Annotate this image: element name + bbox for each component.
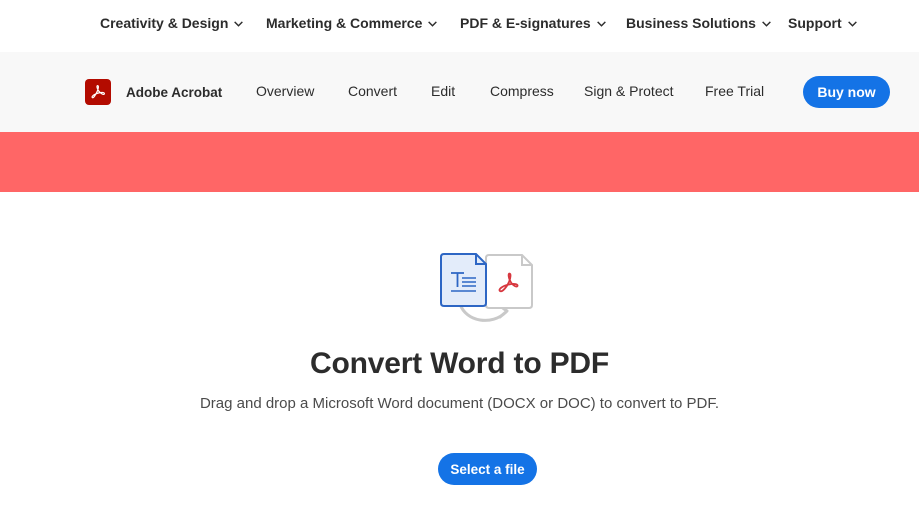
global-nav-label: Marketing & Commerce: [266, 15, 423, 31]
global-nav-label: Support: [788, 15, 842, 31]
sub-nav-overview[interactable]: Overview: [256, 83, 314, 99]
acrobat-logo-icon: [85, 79, 111, 105]
word-document-icon: [440, 253, 487, 307]
sub-nav-convert[interactable]: Convert: [348, 83, 397, 99]
sub-nav-compress[interactable]: Compress: [490, 83, 554, 99]
global-nav-creativity-design[interactable]: Creativity & Design: [100, 13, 244, 33]
word-to-pdf-illustration: [440, 253, 533, 322]
global-nav-pdf-esignatures[interactable]: PDF & E-signatures: [460, 13, 607, 33]
chevron-down-icon: [847, 20, 857, 27]
global-nav-support[interactable]: Support: [788, 13, 858, 33]
page-title: Convert Word to PDF: [310, 347, 609, 380]
global-nav-business-solutions[interactable]: Business Solutions: [626, 13, 772, 33]
chevron-down-icon: [762, 20, 771, 27]
select-file-button[interactable]: Select a file: [438, 453, 537, 485]
sub-nav-edit[interactable]: Edit: [431, 83, 455, 99]
sub-nav-free-trial[interactable]: Free Trial: [705, 83, 764, 99]
page-description: Drag and drop a Microsoft Word document …: [199, 395, 720, 412]
buy-now-button[interactable]: Buy now: [803, 76, 890, 108]
sub-nav-sign-protect[interactable]: Sign & Protect: [584, 83, 674, 99]
brand-home-link[interactable]: Adobe Acrobat: [85, 79, 222, 105]
chevron-down-icon: [428, 20, 438, 27]
global-nav-marketing-commerce[interactable]: Marketing & Commerce: [266, 13, 438, 33]
product-sub-nav: Adobe Acrobat Overview Convert Edit Comp…: [0, 52, 919, 132]
chevron-down-icon: [596, 20, 606, 27]
promo-banner: [0, 132, 919, 192]
global-nav-label: Business Solutions: [626, 15, 756, 31]
brand-name: Adobe Acrobat: [126, 84, 223, 100]
global-nav-label: PDF & E-signatures: [460, 15, 591, 31]
global-nav-label: Creativity & Design: [100, 15, 229, 31]
global-nav: Creativity & Design Marketing & Commerce…: [0, 0, 919, 52]
chevron-down-icon: [234, 20, 244, 27]
pdf-document-icon: [485, 254, 533, 309]
